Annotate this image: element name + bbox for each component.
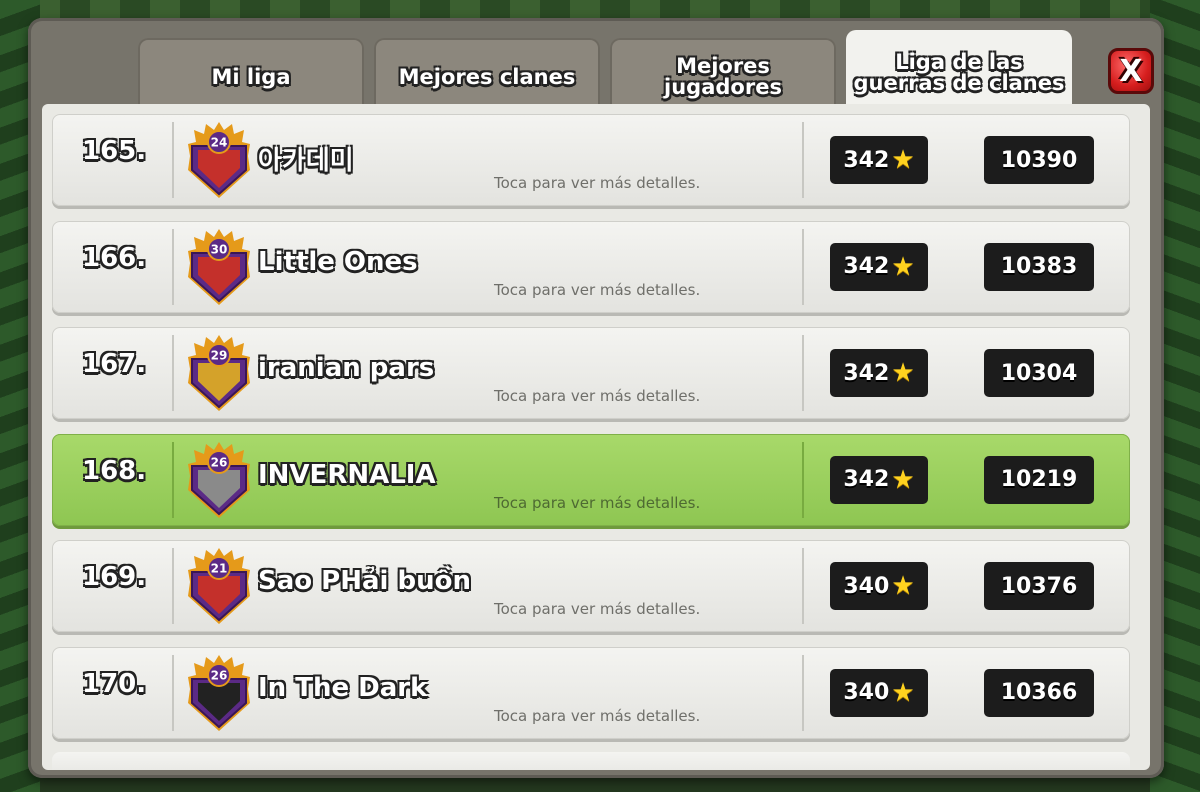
- row-divider: [802, 122, 804, 198]
- stars-count: 340: [843, 680, 890, 705]
- details-hint: Toca para ver más detalles.: [494, 174, 701, 192]
- tab-bar: Mi liga Mejores clanes Mejores jugadores…: [38, 28, 1154, 116]
- stars-box: 340 ★: [830, 562, 928, 610]
- svg-text:26: 26: [211, 668, 228, 682]
- row-divider: [802, 654, 804, 731]
- leaderboard-panel: Mi liga Mejores clanes Mejores jugadores…: [28, 18, 1164, 778]
- stars-box: 342 ★: [830, 455, 928, 504]
- score-value: 10376: [1000, 573, 1078, 599]
- row-divider: [172, 548, 174, 624]
- clan-name: In The Dark: [258, 672, 428, 703]
- svg-text:30: 30: [211, 242, 228, 256]
- score-box: 10304: [984, 349, 1094, 397]
- score-value: 10366: [1000, 680, 1078, 705]
- rank-number: 165.: [82, 136, 147, 166]
- clan-name: iranian pars: [258, 353, 435, 383]
- clan-row[interactable]: 167. 29 iranian pars Toca para ver más d…: [52, 327, 1130, 419]
- stars-box: 340 ★: [830, 668, 928, 717]
- clan-name: Sao PHải buồn: [258, 566, 472, 596]
- clan-badge-red-flame-icon: 24: [188, 122, 250, 198]
- star-icon: ★: [891, 145, 915, 175]
- svg-text:24: 24: [211, 136, 228, 150]
- row-divider: [172, 228, 174, 305]
- star-icon: ★: [891, 571, 915, 601]
- clan-badge-yellow-stripe-icon: 29: [188, 335, 250, 411]
- row-divider: [172, 122, 174, 198]
- score-box: 10366: [984, 668, 1094, 717]
- list-item-partial: [52, 752, 1130, 770]
- score-box: 10219: [984, 455, 1094, 504]
- star-icon: ★: [891, 677, 915, 708]
- rank-number: 169.: [82, 562, 147, 592]
- score-box: 10383: [984, 242, 1094, 291]
- star-icon: ★: [891, 251, 915, 282]
- details-hint: Toca para ver más detalles.: [494, 280, 701, 299]
- details-hint: Toca para ver más detalles.: [494, 387, 701, 405]
- rank-number: 167.: [82, 349, 147, 379]
- clan-badge-chevron-icon: 26: [188, 441, 250, 518]
- rank-number: 166.: [82, 242, 147, 273]
- clan-row[interactable]: 166. 30 Little Ones Toca para ver más de…: [52, 220, 1130, 313]
- clan-name: Little Ones: [258, 246, 418, 277]
- svg-text:29: 29: [211, 349, 228, 363]
- row-divider: [802, 335, 804, 411]
- clan-row[interactable]: 170. 26 In The Dark Toca para ver más de…: [52, 646, 1130, 739]
- score-box: 10390: [984, 136, 1094, 184]
- stars-box: 342 ★: [830, 349, 928, 397]
- svg-text:26: 26: [211, 455, 228, 469]
- clan-name: 아카데미: [258, 146, 354, 176]
- star-icon: ★: [891, 358, 915, 388]
- rank-number: 168.: [82, 455, 147, 486]
- rank-number: 170.: [82, 668, 147, 699]
- tab-top-players-label: Mejores jugadores: [664, 54, 782, 99]
- stars-box: 342 ★: [830, 136, 928, 184]
- details-hint: Toca para ver más detalles.: [494, 493, 701, 512]
- row-divider: [172, 335, 174, 411]
- details-hint: Toca para ver más detalles.: [494, 600, 701, 618]
- score-value: 10219: [1000, 467, 1078, 492]
- row-divider: [172, 441, 174, 518]
- stars-count: 342: [843, 254, 890, 279]
- stars-count: 342: [843, 147, 890, 173]
- clan-badge-black-chevron-icon: 26: [188, 654, 250, 731]
- clan-row[interactable]: 165. 24 아카데미 Toca para ver más detalles.…: [52, 114, 1130, 206]
- clan-row[interactable]: 168. 26 INVERNALIA Toca para ver más det…: [52, 433, 1130, 526]
- tab-clan-war-league-label: Liga de las guerras de clanes: [853, 50, 1065, 95]
- row-divider: [802, 441, 804, 518]
- stars-count: 342: [843, 360, 890, 386]
- score-value: 10390: [1000, 147, 1078, 173]
- details-hint: Toca para ver más detalles.: [494, 706, 701, 725]
- clan-badge-red-white-icon: 21: [188, 548, 250, 624]
- row-divider: [802, 228, 804, 305]
- stars-box: 342 ★: [830, 242, 928, 291]
- score-value: 10304: [1000, 360, 1078, 386]
- score-value: 10383: [1000, 254, 1078, 279]
- close-button[interactable]: X: [1108, 48, 1154, 94]
- clan-name: INVERNALIA: [258, 459, 436, 490]
- row-divider: [172, 654, 174, 731]
- svg-text:21: 21: [211, 562, 228, 576]
- score-box: 10376: [984, 562, 1094, 610]
- clan-badge-red-flame-icon: 30: [188, 228, 250, 305]
- clan-row[interactable]: 169. 21 Sao PHải buồn Toca para ver más …: [52, 540, 1130, 632]
- stars-count: 340: [843, 573, 890, 599]
- clan-ranking-list[interactable]: 165. 24 아카데미 Toca para ver más detalles.…: [42, 104, 1150, 770]
- row-divider: [802, 548, 804, 624]
- star-icon: ★: [891, 464, 915, 495]
- stars-count: 342: [843, 467, 890, 492]
